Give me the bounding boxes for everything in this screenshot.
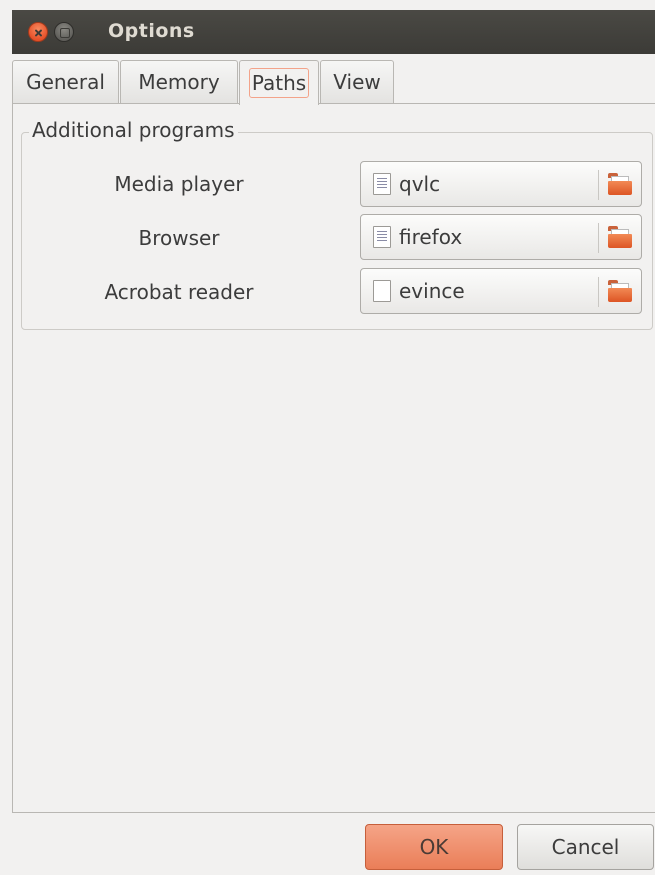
media-player-value: qvlc [399,172,441,196]
cancel-button[interactable]: Cancel [517,824,654,870]
browser-label: Browser [138,226,220,250]
folder-icon [608,280,632,302]
folder-icon [608,226,632,248]
acrobat-reader-value: evince [399,279,465,303]
text-file-icon [373,173,391,195]
browser-chooser[interactable]: firefox [360,214,642,260]
close-window-icon[interactable] [28,22,48,42]
acrobat-reader-label: Acrobat reader [104,280,254,304]
tab-view-label: View [333,70,381,94]
browser-value: firefox [399,225,463,249]
media-player-chooser[interactable]: qvlc [360,161,642,207]
acrobat-reader-chooser[interactable]: evince [360,268,642,314]
minimize-window-icon[interactable] [54,22,74,42]
chooser-separator [598,277,599,307]
tab-general[interactable]: General [12,60,119,103]
tab-view[interactable]: View [320,60,394,103]
media-player-label: Media player [114,172,244,196]
paths-page: Additional programs Media player qvlc Br… [12,103,655,813]
tab-memory-label: Memory [138,70,220,94]
tab-memory[interactable]: Memory [120,60,238,103]
tab-paths-label: Paths [248,68,310,98]
chooser-separator [598,170,599,200]
ok-button[interactable]: OK [365,824,503,870]
window-title: Options [108,20,195,42]
tab-paths[interactable]: Paths [239,60,319,105]
text-file-icon [373,226,391,248]
folder-icon [608,173,632,195]
tab-general-label: General [26,70,105,94]
frame-label: Additional programs [29,118,238,142]
title-bar: Options [12,10,655,54]
blank-file-icon [373,280,391,302]
chooser-separator [598,223,599,253]
